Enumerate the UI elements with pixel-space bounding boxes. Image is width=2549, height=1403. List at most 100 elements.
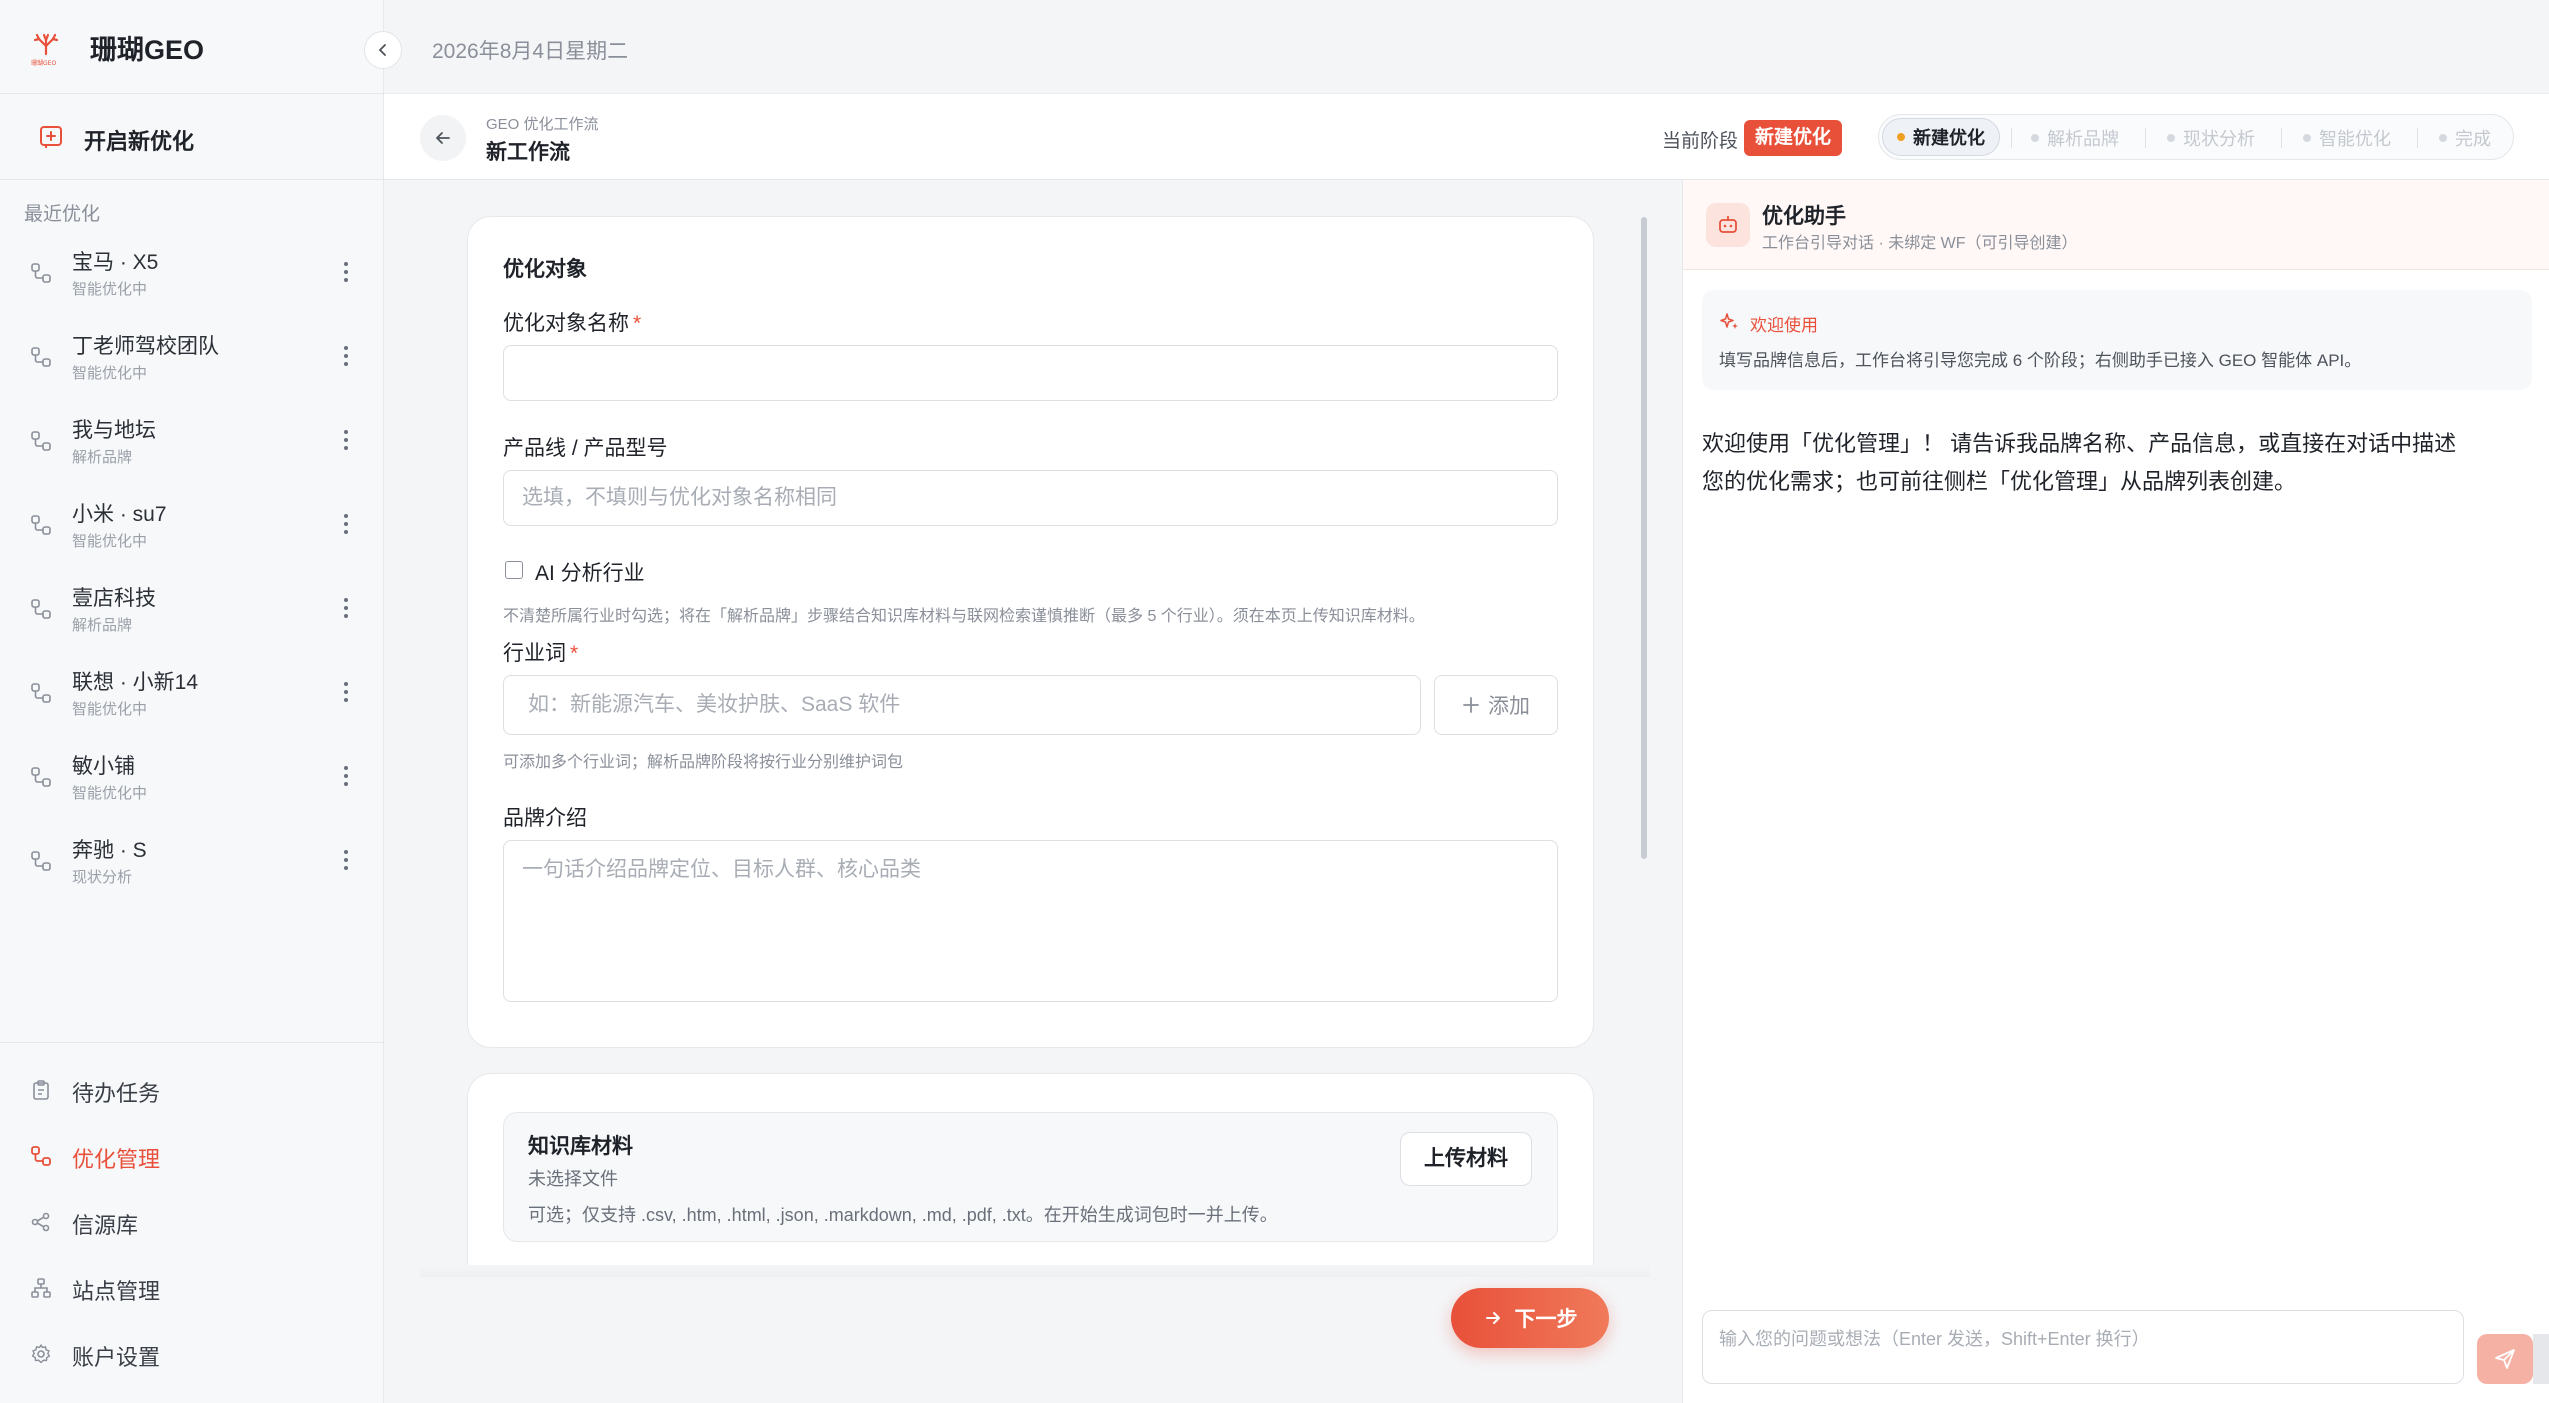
- step-parse-brand[interactable]: 解析品牌: [2031, 115, 2119, 161]
- workflow-icon: [30, 262, 52, 290]
- recent-item-name: 宝马 · X5: [72, 251, 159, 274]
- workflow-icon: [30, 598, 52, 626]
- workflow-icon: [30, 1145, 52, 1173]
- step-complete[interactable]: 完成: [2439, 115, 2491, 161]
- app-name: 珊瑚GEO: [90, 35, 205, 65]
- step-dot-icon: [2303, 134, 2311, 142]
- send-button[interactable]: [2477, 1334, 2533, 1384]
- collapse-sidebar-button[interactable]: [364, 31, 402, 69]
- recent-item-status: 解析品牌: [72, 617, 133, 634]
- nav-item-label: 待办任务: [72, 1081, 161, 1106]
- product-input[interactable]: 选填，不填则与优化对象名称相同: [503, 470, 1558, 526]
- recent-item-name: 小米 · su7: [72, 503, 167, 526]
- kb-title: 知识库材料: [528, 1135, 633, 1158]
- more-vertical-icon[interactable]: [338, 846, 354, 880]
- target-name-input[interactable]: [503, 345, 1558, 401]
- section-title: 优化对象: [503, 258, 587, 281]
- step-dot-icon: [2167, 134, 2175, 142]
- upload-material-button[interactable]: 上传材料: [1400, 1132, 1532, 1186]
- sitemap-icon: [30, 1277, 52, 1305]
- chat-input[interactable]: 输入您的问题或想法（Enter 发送，Shift+Enter 换行）: [1702, 1310, 2464, 1384]
- nav-item[interactable]: 站点管理: [0, 1258, 384, 1318]
- current-date: 2026年8月4日星期二: [432, 40, 629, 63]
- more-vertical-icon[interactable]: [338, 510, 354, 544]
- nav-item[interactable]: 信源库: [0, 1192, 384, 1252]
- recent-item[interactable]: 小米 · su7 智能优化中: [0, 484, 384, 568]
- recent-item-status: 智能优化中: [72, 785, 148, 802]
- welcome-card: [1702, 290, 2532, 390]
- stage-stepper: 新建优化 解析品牌 现状分析 智能优化 完成: [1878, 114, 2514, 160]
- send-button-edge: [2533, 1334, 2549, 1384]
- current-stage-badge: 新建优化: [1744, 120, 1843, 156]
- step-dot-icon: [1897, 133, 1905, 141]
- next-step-button[interactable]: 下一步: [1451, 1288, 1609, 1348]
- workflow-icon: [30, 430, 52, 458]
- ai-industry-checkbox[interactable]: [505, 561, 523, 579]
- back-button[interactable]: [420, 115, 466, 161]
- more-vertical-icon[interactable]: [338, 258, 354, 292]
- recent-item-status: 解析品牌: [72, 449, 133, 466]
- add-square-icon: [38, 124, 64, 156]
- sidebar-divider: [0, 1042, 384, 1043]
- current-stage-label: 当前阶段: [1662, 131, 1739, 152]
- assistant-subtitle: 工作台引导对话 · 未绑定 WF（可引导创建）: [1762, 235, 2078, 252]
- industry-hint: 可添加多个行业词；解析品牌阶段将按行业分别维护词包: [503, 754, 904, 771]
- new-optimization-label: 开启新优化: [84, 129, 195, 154]
- nav-item-label: 优化管理: [72, 1147, 161, 1172]
- recent-item-status: 智能优化中: [72, 701, 148, 718]
- workflow-icon: [30, 850, 52, 878]
- recent-item[interactable]: 壹店科技 解析品牌: [0, 568, 384, 652]
- name-field-label: 优化对象名称 *: [503, 312, 642, 335]
- step-separator: [2281, 128, 2282, 148]
- step-status-analysis[interactable]: 现状分析: [2167, 115, 2255, 161]
- step-dot-icon: [2439, 134, 2447, 142]
- brand-intro-textarea[interactable]: 一句话介绍品牌定位、目标人群、核心品类: [503, 840, 1558, 1002]
- top-bar: [384, 0, 2549, 94]
- recent-item-name: 敏小铺: [72, 755, 135, 778]
- more-vertical-icon[interactable]: [338, 762, 354, 796]
- step-smart-optimize[interactable]: 智能优化: [2303, 115, 2391, 161]
- recent-item[interactable]: 宝马 · X5 智能优化中: [0, 232, 384, 316]
- recent-item-status: 智能优化中: [72, 533, 148, 550]
- scroll-fade: [420, 1265, 1650, 1277]
- ai-industry-label: AI 分析行业: [535, 562, 645, 585]
- nav-item-label: 信源库: [72, 1213, 139, 1238]
- workflow-icon: [30, 346, 52, 374]
- arrow-right-icon: [1485, 1312, 1500, 1324]
- more-vertical-icon[interactable]: [338, 594, 354, 628]
- nav-item[interactable]: 账户设置: [0, 1324, 384, 1384]
- clipboard-icon: [30, 1079, 52, 1107]
- workflow-title: 新工作流: [486, 141, 570, 164]
- more-vertical-icon[interactable]: [338, 678, 354, 712]
- nav-item[interactable]: 待办任务: [0, 1060, 384, 1120]
- recent-item-status: 现状分析: [72, 869, 133, 886]
- required-mark: *: [633, 312, 642, 335]
- step-dot-icon: [2031, 134, 2039, 142]
- industry-input[interactable]: 如：新能源汽车、美妆护肤、SaaS 软件: [503, 675, 1421, 735]
- recent-item[interactable]: 联想 · 小新14 智能优化中: [0, 652, 384, 736]
- recent-item[interactable]: 奔驰 · S 现状分析: [0, 820, 384, 904]
- workflow-subtitle: GEO 优化工作流: [486, 116, 599, 133]
- recent-section-title: 最近优化: [24, 204, 101, 225]
- workflow-icon: [30, 514, 52, 542]
- welcome-description: 填写品牌信息后，工作台将引导您完成 6 个阶段；右侧助手已接入 GEO 智能体 …: [1719, 351, 2362, 370]
- recent-item[interactable]: 敏小铺 智能优化中: [0, 736, 384, 820]
- kb-description: 可选；仅支持 .csv, .htm, .html, .json, .markdo…: [528, 1205, 1278, 1225]
- step-new[interactable]: 新建优化: [1882, 118, 2000, 156]
- recent-item-name: 丁老师驾校团队: [72, 335, 219, 358]
- recent-item-name: 奔驰 · S: [72, 839, 147, 862]
- send-icon: [2495, 1349, 2515, 1369]
- recent-item[interactable]: 丁老师驾校团队 智能优化中: [0, 316, 384, 400]
- add-industry-button[interactable]: 添加: [1434, 675, 1558, 735]
- more-vertical-icon[interactable]: [338, 342, 354, 376]
- recent-item-name: 我与地坛: [72, 419, 156, 442]
- assistant-title: 优化助手: [1762, 205, 1846, 228]
- form-scrollbar[interactable]: [1641, 217, 1647, 859]
- recent-item[interactable]: 我与地坛 解析品牌: [0, 400, 384, 484]
- more-vertical-icon[interactable]: [338, 426, 354, 460]
- kb-file-status: 未选择文件: [528, 1169, 618, 1189]
- step-separator: [2417, 128, 2418, 148]
- recent-item-status: 智能优化中: [72, 281, 148, 298]
- coral-logo-icon: 珊瑚GEO: [26, 28, 66, 68]
- nav-item[interactable]: 优化管理: [0, 1126, 384, 1186]
